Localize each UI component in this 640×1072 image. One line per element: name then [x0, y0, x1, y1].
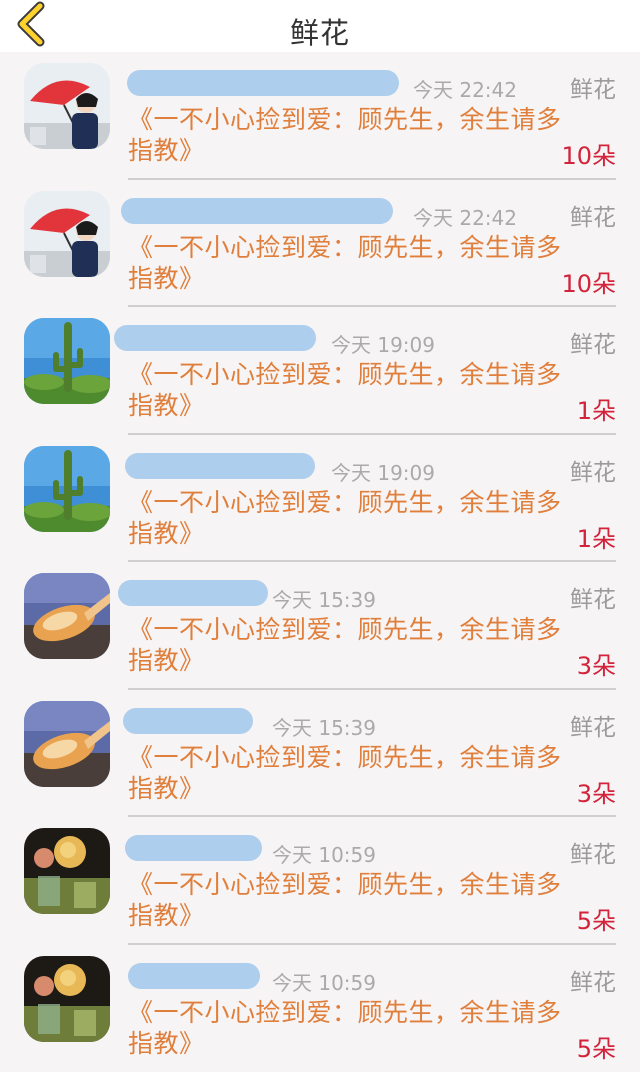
username-redacted: [128, 963, 260, 989]
timestamp: 今天 19:09: [331, 457, 435, 486]
page-title: 鲜花: [0, 10, 640, 52]
gift-type-label: 鲜花: [570, 708, 616, 742]
flower-count: 1朵: [577, 391, 616, 426]
gift-type-label: 鲜花: [570, 835, 616, 869]
list-item[interactable]: 今天 15:39 鲜花 《一不小心捡到爱：顾先生，余生请多指教》 3朵: [0, 562, 640, 690]
flower-count: 10朵: [561, 264, 616, 299]
shell-avatar[interactable]: [24, 701, 110, 787]
gift-type-label: 鲜花: [570, 580, 616, 614]
cactus-avatar[interactable]: [24, 318, 110, 404]
gift-type-label: 鲜花: [570, 198, 616, 232]
flower-count: 1朵: [577, 519, 616, 554]
list-item[interactable]: 今天 19:09 鲜花 《一不小心捡到爱：顾先生，余生请多指教》 1朵: [0, 435, 640, 563]
cactus-avatar[interactable]: [24, 446, 110, 532]
username-redacted: [118, 580, 268, 606]
flower-count: 3朵: [577, 774, 616, 809]
flower-count: 10朵: [561, 136, 616, 171]
timestamp: 今天 22:42: [413, 202, 517, 231]
list-item[interactable]: 今天 10:59 鲜花 《一不小心捡到爱：顾先生，余生请多指教》 5朵: [0, 945, 640, 1072]
gift-list: 今天 22:42 鲜花 《一不小心捡到爱：顾先生，余生请多指教》 10朵 今天 …: [0, 52, 640, 1072]
timestamp: 今天 15:39: [272, 712, 376, 741]
flower-count: 3朵: [577, 646, 616, 681]
book-title: 《一不小心捡到爱：顾先生，余生请多指教》: [128, 487, 568, 549]
username-redacted: [123, 708, 253, 734]
list-item[interactable]: 今天 10:59 鲜花 《一不小心捡到爱：顾先生，余生请多指教》 5朵: [0, 817, 640, 945]
book-title: 《一不小心捡到爱：顾先生，余生请多指教》: [128, 997, 568, 1059]
gift-type-label: 鲜花: [570, 325, 616, 359]
timestamp: 今天 19:09: [331, 329, 435, 358]
book-title: 《一不小心捡到爱：顾先生，余生请多指教》: [128, 232, 568, 294]
username-redacted: [114, 325, 316, 351]
rose-avatar[interactable]: [24, 828, 110, 914]
book-title: 《一不小心捡到爱：顾先生，余生请多指教》: [128, 614, 568, 676]
umbrella-avatar[interactable]: [24, 63, 110, 149]
book-title: 《一不小心捡到爱：顾先生，余生请多指教》: [128, 742, 568, 804]
rose-avatar[interactable]: [24, 956, 110, 1042]
username-redacted: [125, 453, 315, 479]
list-item[interactable]: 今天 22:42 鲜花 《一不小心捡到爱：顾先生，余生请多指教》 10朵: [0, 180, 640, 308]
gift-type-label: 鲜花: [570, 963, 616, 997]
timestamp: 今天 10:59: [272, 839, 376, 868]
username-redacted: [121, 198, 393, 224]
timestamp: 今天 22:42: [413, 74, 517, 103]
list-item[interactable]: 今天 15:39 鲜花 《一不小心捡到爱：顾先生，余生请多指教》 3朵: [0, 690, 640, 818]
username-redacted: [127, 70, 399, 96]
book-title: 《一不小心捡到爱：顾先生，余生请多指教》: [128, 869, 568, 931]
header-bar: 鲜花: [0, 0, 640, 52]
umbrella-avatar[interactable]: [24, 191, 110, 277]
flower-count: 5朵: [577, 1029, 616, 1064]
list-item[interactable]: 今天 19:09 鲜花 《一不小心捡到爱：顾先生，余生请多指教》 1朵: [0, 307, 640, 435]
list-item[interactable]: 今天 22:42 鲜花 《一不小心捡到爱：顾先生，余生请多指教》 10朵: [0, 52, 640, 180]
timestamp: 今天 15:39: [272, 584, 376, 613]
book-title: 《一不小心捡到爱：顾先生，余生请多指教》: [128, 359, 568, 421]
username-redacted: [125, 835, 262, 861]
timestamp: 今天 10:59: [272, 967, 376, 996]
gift-type-label: 鲜花: [570, 70, 616, 104]
book-title: 《一不小心捡到爱：顾先生，余生请多指教》: [128, 104, 568, 166]
shell-avatar[interactable]: [24, 573, 110, 659]
flower-count: 5朵: [577, 901, 616, 936]
gift-type-label: 鲜花: [570, 453, 616, 487]
